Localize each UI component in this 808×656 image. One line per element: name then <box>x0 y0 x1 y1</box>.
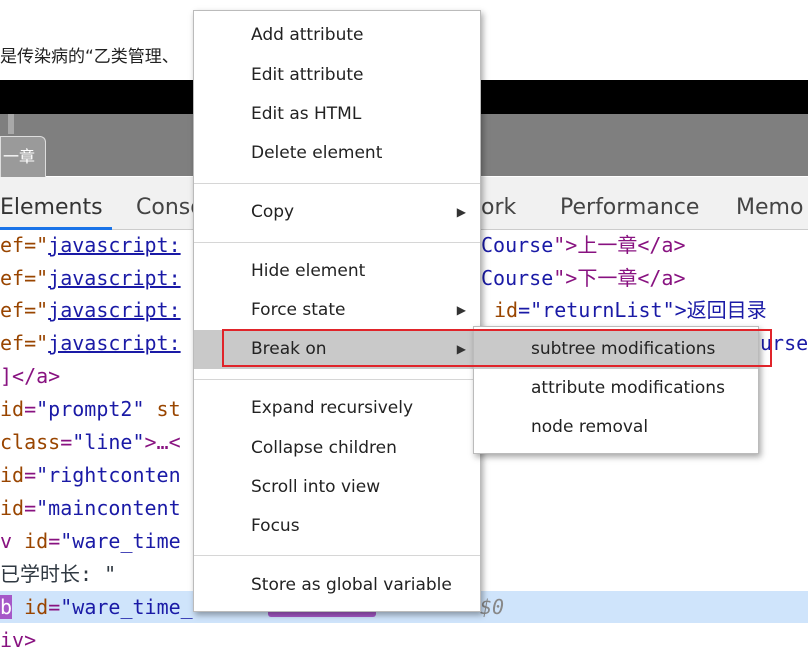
menu-separator <box>194 379 480 380</box>
menu-item-collapse-children[interactable]: Collapse children <box>194 429 480 468</box>
context-menu: Add attribute Edit attribute Edit as HTM… <box>193 10 481 612</box>
menu-item-edit-as-html[interactable]: Edit as HTML <box>194 95 480 134</box>
tab-memory[interactable]: Memo <box>736 177 803 229</box>
page-text: 是传染病的“乙类管理、 <box>0 47 179 67</box>
menu-separator <box>194 183 480 184</box>
submenu-arrow-icon: ▶ <box>456 205 466 219</box>
tab-elements[interactable]: Elements <box>0 177 103 229</box>
selected-node-marker: $0 <box>480 595 505 619</box>
menu-item-add-attribute[interactable]: Add attribute <box>194 16 480 55</box>
tab-network[interactable]: ork <box>481 177 516 229</box>
submenu-item-attribute-modifications[interactable]: attribute modifications <box>474 368 758 408</box>
menu-item-expand-recursively[interactable]: Expand recursively <box>194 389 480 428</box>
menu-separator <box>194 242 480 243</box>
chapter-tab[interactable]: 一章 <box>0 136 46 177</box>
menu-item-store-as-global-variable[interactable]: Store as global variable <box>194 566 480 605</box>
dom-node-line[interactable]: iv> <box>0 624 808 656</box>
menu-item-force-state[interactable]: Force state ▶ <box>194 291 480 330</box>
tab-performance[interactable]: Performance <box>560 177 699 229</box>
menu-item-hide-element[interactable]: Hide element <box>194 252 480 291</box>
menu-item-scroll-into-view[interactable]: Scroll into view <box>194 468 480 507</box>
menu-item-copy[interactable]: Copy ▶ <box>194 193 480 232</box>
highlight-annotation-box <box>222 329 772 367</box>
menu-item-edit-attribute[interactable]: Edit attribute <box>194 56 480 95</box>
submenu-item-node-removal[interactable]: node removal <box>474 407 758 447</box>
menu-separator <box>194 555 480 556</box>
submenu-arrow-icon: ▶ <box>456 303 466 317</box>
menu-item-focus[interactable]: Focus <box>194 507 480 546</box>
menu-item-delete-element[interactable]: Delete element <box>194 134 480 173</box>
